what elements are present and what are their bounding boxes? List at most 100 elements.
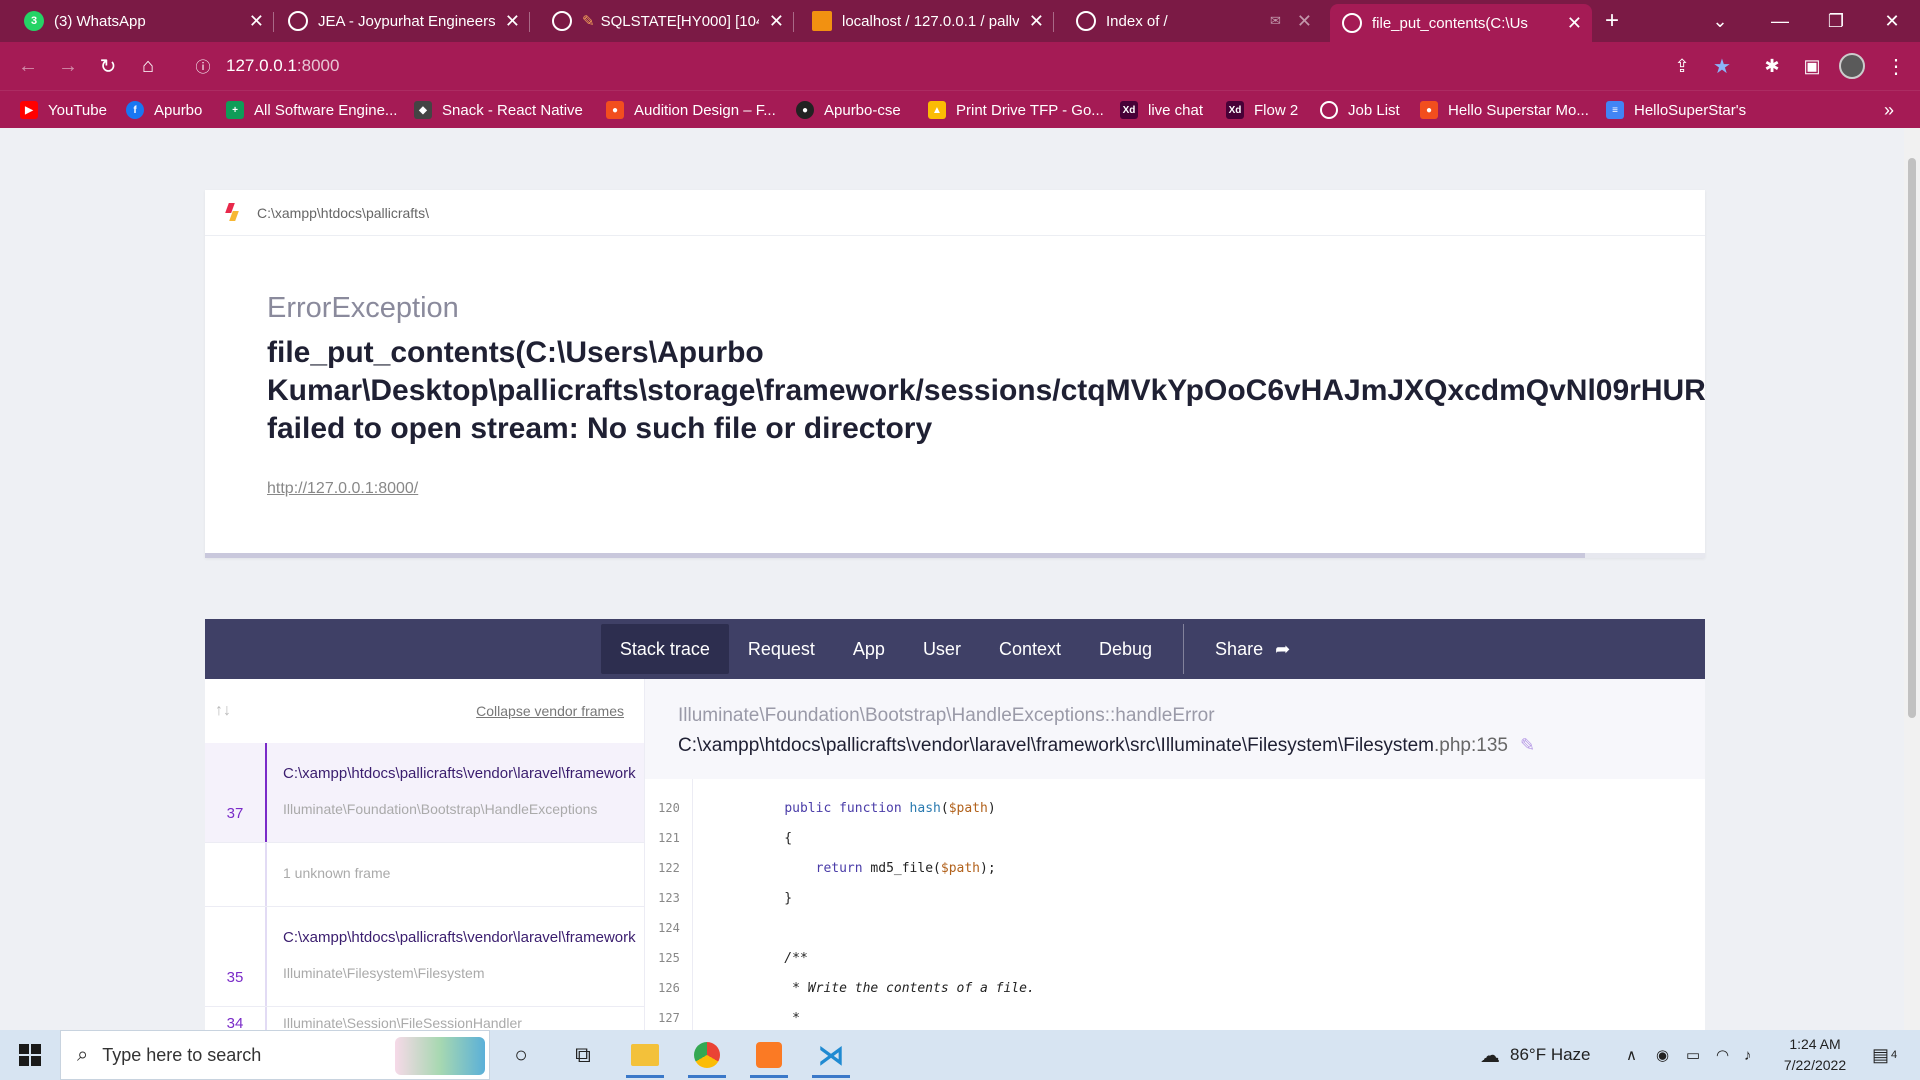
collapse-vendor-frames-link[interactable]: Collapse vendor frames <box>476 703 624 719</box>
tab-app[interactable]: App <box>834 624 904 674</box>
bookmark-livechat[interactable]: Xd live chat <box>1120 91 1203 129</box>
bookmark-star-icon[interactable]: ★ <box>1706 50 1738 82</box>
avatar[interactable] <box>1836 50 1868 82</box>
frame-item[interactable]: 37 C:\xampp\htdocs\pallicrafts\vendor\la… <box>205 743 644 843</box>
bookmark-superstar[interactable]: ● Hello Superstar Mo... <box>1420 91 1589 129</box>
tab-context[interactable]: Context <box>980 624 1080 674</box>
bookmark-label: Audition Design – F... <box>634 101 776 119</box>
frame-unknown[interactable]: 1 unknown frame <box>205 843 644 907</box>
bookmark-label: YouTube <box>48 101 107 119</box>
snack-icon: ◆ <box>414 101 432 119</box>
bookmark-youtube[interactable]: ▶ YouTube <box>20 91 107 129</box>
chrome-icon[interactable] <box>676 1030 738 1080</box>
tab-translate[interactable]: ✉ ✕ <box>1258 0 1338 42</box>
bookmark-hellosuperstars[interactable]: ≡ HelloSuperStar's <box>1606 91 1746 129</box>
meet-now-icon[interactable]: ◉ <box>1656 1030 1669 1080</box>
address-bar[interactable]: ⓘ 127.0.0.1:8000 <box>176 48 1746 84</box>
share-page-icon[interactable]: ⇪ <box>1666 50 1698 82</box>
code-line: 123 } <box>645 883 1705 913</box>
tab-phpmyadmin[interactable]: localhost / 127.0.0.1 / pallv ✕ <box>800 0 1054 42</box>
close-icon[interactable]: ✕ <box>769 11 784 32</box>
edit-pencil-icon[interactable]: ✎ <box>1520 735 1535 755</box>
menu-kebab-icon[interactable]: ⋮ <box>1880 50 1912 82</box>
tab-whatsapp[interactable]: 3 (3) WhatsApp ✕ <box>12 0 274 42</box>
extensions-icon[interactable]: ✱ <box>1756 50 1788 82</box>
frame-item[interactable]: 34 Illuminate\Session\FileSessionHandler <box>205 1007 644 1030</box>
figma-icon: ● <box>1420 101 1438 119</box>
volume-icon[interactable]: ♪ <box>1744 1030 1752 1080</box>
close-icon[interactable]: ✕ <box>249 11 264 32</box>
weather-text: 86°F Haze <box>1510 1045 1591 1064</box>
bookmark-flow2[interactable]: Xd Flow 2 <box>1226 91 1298 129</box>
tab-stack-trace[interactable]: Stack trace <box>600 624 729 674</box>
weather-widget[interactable]: ☁ 86°F Haze <box>1480 1030 1591 1080</box>
wifi-icon[interactable]: ◠ <box>1716 1030 1729 1080</box>
battery-icon[interactable]: ▭ <box>1686 1030 1700 1080</box>
message-line: failed to open stream: No such file or d… <box>267 412 933 445</box>
tab-sqlstate[interactable]: ✎ SQLSTATE[HY000] [1045 ✕ <box>540 0 794 42</box>
clock-time: 1:24 AM <box>1789 1036 1841 1052</box>
tab-user[interactable]: User <box>904 624 980 674</box>
vscode-icon[interactable]: ⋊ <box>800 1030 862 1080</box>
code-text: { <box>753 830 793 846</box>
bookmark-label: Print Drive TFP - Go... <box>956 101 1104 119</box>
task-view-icon[interactable]: ⧉ <box>552 1030 614 1080</box>
xampp-icon[interactable] <box>738 1030 800 1080</box>
home-icon[interactable]: ⌂ <box>132 50 164 82</box>
tab-jea[interactable]: JEA - Joypurhat Engineers A ✕ <box>276 0 530 42</box>
new-tab-button[interactable]: + <box>1592 0 1632 42</box>
bookmark-github[interactable]: ● Apurbo-cse <box>796 91 901 129</box>
page-scrollbar[interactable] <box>1904 128 1920 1030</box>
file-path-text: C:\xampp\htdocs\pallicrafts\vendor\larav… <box>678 735 1435 756</box>
code-text: return md5_file($path); <box>815 860 996 876</box>
reload-icon[interactable]: ↻ <box>92 50 124 82</box>
minimize-button[interactable]: — <box>1752 0 1808 42</box>
back-arrow-icon[interactable]: ← <box>12 50 44 82</box>
request-url-link[interactable]: http://127.0.0.1:8000/ <box>267 480 418 498</box>
close-icon[interactable]: ✕ <box>1029 11 1044 32</box>
tab-title: localhost / 127.0.0.1 / pallv <box>842 12 1019 30</box>
bookmark-audition[interactable]: ● Audition Design – F... <box>606 91 776 129</box>
system-clock[interactable]: 1:24 AM 7/22/2022 <box>1760 1034 1870 1076</box>
notification-center-icon[interactable]: ▤ 4 <box>1872 1030 1897 1080</box>
frame-nav-arrows-icon[interactable]: ↑↓ <box>215 702 231 720</box>
side-panel-icon[interactable]: ▣ <box>1796 50 1828 82</box>
close-icon[interactable]: ✕ <box>1297 11 1312 32</box>
code-text: public function hash($path) <box>784 800 996 816</box>
bookmarks-overflow-button[interactable]: » <box>1884 91 1894 129</box>
bookmark-label: Snack - React Native <box>442 101 583 119</box>
site-info-icon[interactable]: ⓘ <box>188 56 218 77</box>
app-path-bar: C:\xampp\htdocs\pallicrafts\ <box>205 190 1705 236</box>
cortana-icon[interactable]: ○ <box>490 1030 552 1080</box>
tab-share[interactable]: Share ➦ <box>1196 624 1309 674</box>
windows-start-button[interactable] <box>0 1030 60 1080</box>
bookmark-label: Hello Superstar Mo... <box>1448 101 1589 119</box>
tab-search-icon[interactable]: ⌄ <box>1692 0 1748 42</box>
line-number: 126 <box>658 981 680 995</box>
bookmark-drive[interactable]: ▲ Print Drive TFP - Go... <box>928 91 1104 129</box>
error-card: C:\xampp\htdocs\pallicrafts\ ErrorExcept… <box>205 190 1705 558</box>
tray-chevron-icon[interactable]: ∧ <box>1626 1030 1637 1080</box>
code-line: 126 * Write the contents of a file. <box>645 973 1705 1003</box>
tab-request[interactable]: Request <box>729 624 834 674</box>
forward-arrow-icon[interactable]: → <box>52 50 84 82</box>
file-explorer-icon[interactable] <box>614 1030 676 1080</box>
bookmark-joblist[interactable]: Job List <box>1320 91 1400 129</box>
close-window-button[interactable]: ✕ <box>1864 0 1920 42</box>
code-text: } <box>753 890 793 906</box>
tab-debug[interactable]: Debug <box>1080 624 1171 674</box>
browser-toolbar: ← → ↻ ⌂ ⓘ 127.0.0.1:8000 ⇪ ★ ✱ ▣ ⋮ <box>0 42 1920 90</box>
close-icon[interactable]: ✕ <box>505 11 520 32</box>
code-line: 122 return md5_file($path); <box>645 853 1705 883</box>
scrollbar-thumb[interactable] <box>1908 158 1916 718</box>
bookmark-software[interactable]: + All Software Engine... <box>226 91 397 129</box>
bookmark-apurbo[interactable]: f Apurbo <box>126 91 202 129</box>
close-icon[interactable]: ✕ <box>1567 13 1582 34</box>
restore-button[interactable]: ❐ <box>1808 0 1864 42</box>
tab-index-of[interactable]: Index of / <box>1064 0 1254 42</box>
taskbar-search-box[interactable]: ⌕ Type here to search <box>60 1030 490 1080</box>
frame-item[interactable]: 35 C:\xampp\htdocs\pallicrafts\vendor\la… <box>205 907 644 1007</box>
xd-icon: Xd <box>1120 101 1138 119</box>
tab-active-error[interactable]: file_put_contents(C:\Us ✕ <box>1330 4 1592 42</box>
bookmark-snack[interactable]: ◆ Snack - React Native <box>414 91 583 129</box>
